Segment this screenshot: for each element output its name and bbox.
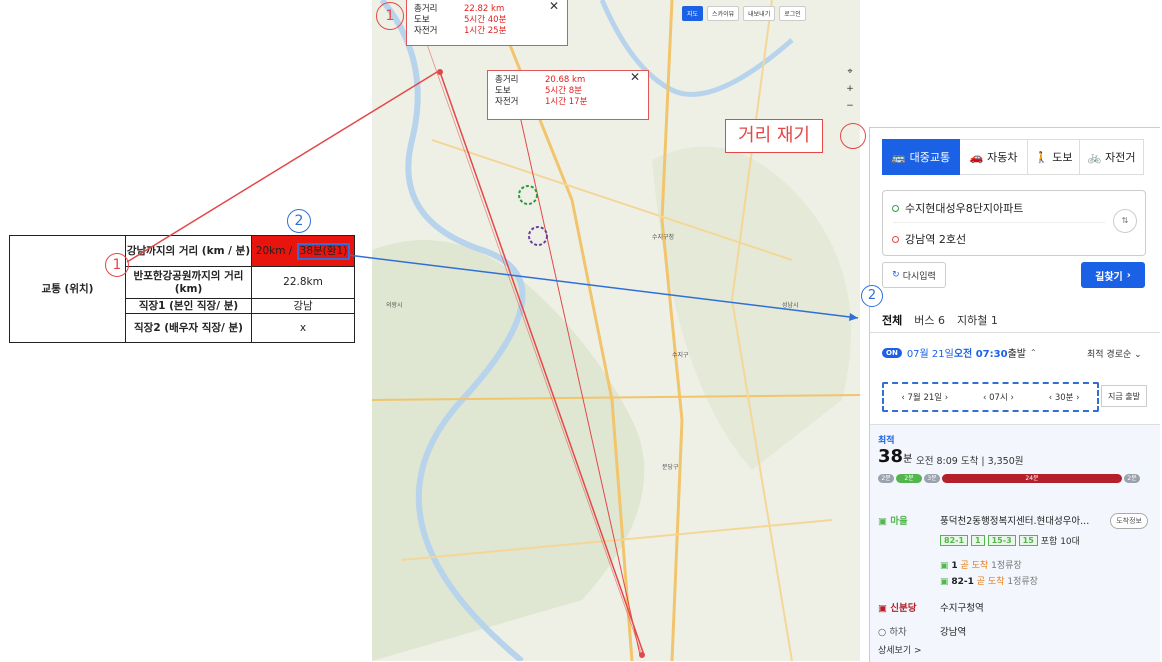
bus-icon: 🚌 <box>891 150 906 164</box>
arrival-route: 82-1 <box>951 577 974 587</box>
tab-bus[interactable]: 버스 6 <box>914 312 945 328</box>
directions-panel: 🚌 대중교통 🚗 자동차 🚶 도보 🚲 자전거 수지현대성우8단지아파트 강남역 2호선… <box>861 127 1160 662</box>
leg-bus-mode: ▣ 마을 <box>878 513 908 527</box>
arrival-fare: 오전 8:09 도착 | 3,350원 <box>916 456 1024 467</box>
on-badge: ON <box>882 347 902 358</box>
depart-now-button[interactable]: 지금 출발 <box>1101 385 1147 407</box>
segment-walk-1: 2분 <box>878 474 894 483</box>
tabs-divider <box>870 332 1160 333</box>
route-chip: 15 <box>1018 535 1038 546</box>
tab-subway[interactable]: 지하철 1 <box>957 312 998 328</box>
total-unit: 분 <box>903 454 913 465</box>
origin-text: 수지현대성우8단지아파트 <box>905 202 1024 215</box>
refresh-icon: ↻ <box>892 270 900 280</box>
date-stepper[interactable]: ‹ 7월 21일 › <box>901 391 948 403</box>
hour-value: 07시 <box>989 393 1008 403</box>
leg-exit-stop: 강남역 <box>940 627 967 638</box>
subway-icon: ▣ <box>878 603 891 614</box>
car-icon: 🚗 <box>969 150 984 164</box>
annotation-line-blue <box>347 254 859 319</box>
result-tabs: 전체 버스 6 지하철 1 <box>882 312 998 328</box>
route-inputs: 수지현대성우8단지아파트 강남역 2호선 ⇅ <box>882 190 1146 256</box>
departure-suffix: 출발 <box>1007 349 1026 360</box>
route-chip: 82-1 <box>940 535 969 546</box>
chevron-up-icon: ⌃ <box>1029 348 1037 357</box>
route-timeline-bar: 2분 2분 3분 24분 2분 <box>878 474 1144 483</box>
bus-icon: ▣ <box>940 561 952 571</box>
departure-time: 오전 07:30 <box>953 349 1008 360</box>
leg-bus-stop: 풍덕천2동행정복지센터.현대성우아... <box>940 516 1090 527</box>
arrival-status: 곧 도착 <box>976 577 1005 587</box>
mode-car-button[interactable]: 🚗 자동차 <box>960 139 1028 175</box>
route-divider <box>893 222 1105 223</box>
annotation-line-red <box>126 71 438 263</box>
total-time: 38분 <box>878 446 912 467</box>
bus-icon: ▣ <box>878 516 891 527</box>
leg-subway-stop: 수지구청역 <box>940 603 984 614</box>
segment-subway: 24분 <box>942 474 1122 483</box>
reset-label: 다시입력 <box>902 271 936 282</box>
mode-walk-button[interactable]: 🚶 도보 <box>1028 139 1080 175</box>
reset-button[interactable]: ↻ 다시입력 <box>882 262 946 288</box>
tab-all[interactable]: 전체 <box>882 312 902 328</box>
detail-link[interactable]: 상세보기 > <box>878 643 922 656</box>
destination-text: 강남역 2호선 <box>905 233 967 246</box>
leg-subway-mode: ▣ 신분당 <box>878 600 917 614</box>
leg-exit-mode: ○ 하차 <box>878 624 907 638</box>
search-route-button[interactable]: 길찾기 › <box>1081 262 1145 288</box>
mode-transit-label: 대중교통 <box>909 151 951 164</box>
date-value: 7월 21일 <box>907 393 943 403</box>
arrival-row: ▣ 1 곧 도착 1정류장 <box>940 558 1022 571</box>
walk-icon: 🚶 <box>1034 150 1049 164</box>
destination-input[interactable]: 강남역 2호선 <box>892 231 966 247</box>
sort-select[interactable]: 최적 경로순 ⌄ <box>1087 347 1142 360</box>
swap-icon[interactable]: ⇅ <box>1113 209 1137 233</box>
minute-stepper[interactable]: ‹ 30분 › <box>1049 391 1080 403</box>
segment-walk-3: 2분 <box>1124 474 1140 483</box>
mode-transit-button[interactable]: 🚌 대중교통 <box>882 139 960 175</box>
route-chip: 15-3 <box>987 535 1016 546</box>
mode-car-label: 자동차 <box>987 151 1018 164</box>
arrival-status: 곧 도착 <box>960 561 989 571</box>
annotation-arrowhead <box>849 313 858 321</box>
departure-date: 07월 21일 <box>906 349 954 360</box>
segment-walk-2: 3분 <box>924 474 940 483</box>
exit-dot-icon: ○ <box>878 627 890 638</box>
arrival-stops: 1정류장 <box>991 561 1022 571</box>
hour-stepper[interactable]: ‹ 07시 › <box>983 391 1014 403</box>
bus-icon: ▣ <box>940 577 952 587</box>
total-minutes: 38 <box>878 446 904 467</box>
routes-more: 포함 10대 <box>1040 537 1080 547</box>
chevron-down-icon: ⌄ <box>1134 350 1142 360</box>
segment-bus: 2분 <box>896 474 922 483</box>
arrival-info-button[interactable]: 도착정보 <box>1110 513 1148 529</box>
time-selector: ‹ 7월 21일 › ‹ 07시 › ‹ 30분 › <box>882 382 1099 412</box>
departure-row[interactable]: ON 07월 21일 오전 07:30 출발 ⌃ <box>882 345 1037 360</box>
mode-walk-label: 도보 <box>1052 151 1073 164</box>
search-label: 길찾기 <box>1095 271 1123 283</box>
best-tag: 최적 <box>878 436 895 446</box>
mode-bike-label: 자전거 <box>1105 151 1136 164</box>
origin-input[interactable]: 수지현대성우8단지아파트 <box>892 200 1023 216</box>
arrival-stops: 1정류장 <box>1007 577 1038 587</box>
leg-bus-label: 마을 <box>890 516 908 527</box>
travel-mode-tabs: 🚌 대중교통 🚗 자동차 🚶 도보 🚲 자전거 <box>882 139 1144 175</box>
leg-exit-label: 하차 <box>889 627 907 638</box>
chevron-right-icon: › <box>1126 269 1131 281</box>
sort-label: 최적 경로순 <box>1087 350 1132 360</box>
minute-value: 30분 <box>1054 393 1074 403</box>
route-chip: 1 <box>971 535 985 546</box>
mode-bike-button[interactable]: 🚲 자전거 <box>1080 139 1144 175</box>
leg-subway-label: 신분당 <box>890 603 917 614</box>
destination-dot-icon <box>892 235 899 243</box>
origin-dot-icon <box>892 204 899 212</box>
arrival-row: ▣ 82-1 곧 도착 1정류장 <box>940 574 1038 587</box>
marker-two-panel: 2 <box>861 285 883 307</box>
bus-route-chips: 82-1 1 15-3 15 포함 10대 <box>940 534 1080 547</box>
arrival-route: 1 <box>951 561 958 571</box>
bike-icon: 🚲 <box>1087 150 1102 164</box>
